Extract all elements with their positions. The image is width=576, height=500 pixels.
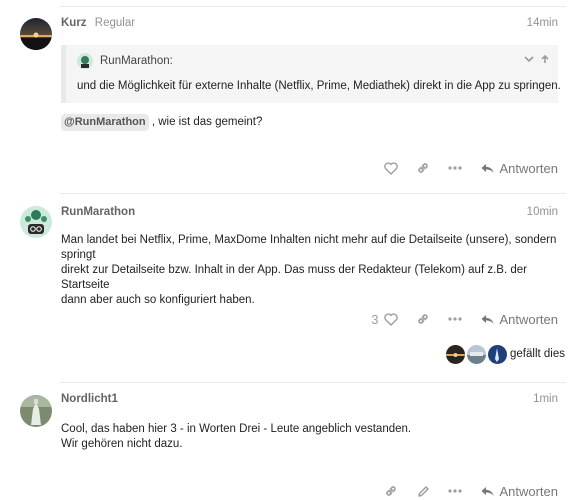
- mention[interactable]: @RunMarathon: [61, 114, 149, 131]
- reply-arrow-icon: [481, 163, 494, 173]
- ellipsis-icon[interactable]: [445, 158, 465, 178]
- username[interactable]: Kurz: [61, 17, 87, 29]
- post-divider: [60, 6, 566, 7]
- post-text-line: Wir gehören nicht dazu.: [61, 438, 183, 450]
- reply-button[interactable]: Antworten: [481, 484, 558, 499]
- reply-arrow-icon: [481, 314, 494, 324]
- post-text: Man landet bei Netflix, Prime, MaxDome I…: [61, 233, 576, 308]
- link-icon[interactable]: [381, 481, 401, 500]
- liker-avatar[interactable]: [488, 344, 508, 364]
- reply-label: Antworten: [499, 160, 558, 176]
- reply-button[interactable]: Antworten: [481, 161, 558, 176]
- post-actions: Antworten: [369, 481, 558, 500]
- likers-list: gefällt dies: [444, 344, 565, 364]
- quote-avatar: [77, 53, 93, 69]
- like-count[interactable]: 3: [371, 312, 378, 327]
- avatar-runmarathon[interactable]: [20, 206, 52, 238]
- post-text-line: Man landet bei Netflix, Prime, MaxDome I…: [61, 234, 557, 261]
- post-text: Cool, das haben hier 3 - in Worten Drei …: [61, 422, 411, 452]
- reply-button[interactable]: Antworten: [481, 312, 558, 327]
- post-meta: RunMarathon 10min: [61, 206, 558, 222]
- liker-avatar[interactable]: [446, 344, 466, 364]
- post-time[interactable]: 1min: [533, 393, 558, 405]
- reply-label: Antworten: [499, 483, 558, 499]
- post-text-line: dann aber auch so konfiguriert haben.: [61, 294, 255, 306]
- reply-arrow-icon: [481, 486, 494, 496]
- avatar-kurz[interactable]: [20, 18, 52, 50]
- post-divider: [60, 193, 566, 194]
- reply-label: Antworten: [499, 311, 558, 327]
- liker-avatar[interactable]: [467, 344, 487, 364]
- heart-icon[interactable]: [381, 158, 401, 178]
- quote-header: RunMarathon:: [77, 53, 173, 69]
- post-meta: Kurz Regular 14min: [61, 17, 558, 33]
- post-time[interactable]: 10min: [527, 206, 558, 218]
- quote-author: RunMarathon:: [100, 55, 173, 67]
- post-meta: Nordlicht1 1min: [61, 393, 558, 409]
- link-icon[interactable]: [413, 158, 433, 178]
- post-actions: 3 Antworten: [371, 309, 558, 329]
- user-title: Regular: [94, 17, 136, 29]
- ellipsis-icon[interactable]: [445, 309, 465, 329]
- username[interactable]: Nordlicht1: [61, 393, 118, 405]
- post-text-rest: , wie ist das gemeint?: [151, 116, 263, 128]
- quote-block: RunMarathon: und die Möglichkeit für ext…: [61, 45, 561, 103]
- heart-icon[interactable]: [381, 309, 401, 329]
- post-time[interactable]: 14min: [527, 17, 558, 29]
- post-text-line: Cool, das haben hier 3 - in Worten Drei …: [61, 423, 412, 435]
- pencil-icon[interactable]: [413, 481, 433, 500]
- avatar-nordlicht1[interactable]: [20, 395, 52, 427]
- post-text: @RunMarathon , wie ist das gemeint?: [61, 114, 262, 131]
- chevron-down-icon[interactable]: [524, 54, 534, 67]
- post-text-line: direkt zur Detailseite bzw. Inhalt in de…: [61, 264, 527, 291]
- quote-text: und die Möglichkeit für externe Inhalte …: [77, 80, 561, 92]
- likers-text: gefällt dies: [510, 348, 565, 360]
- username[interactable]: RunMarathon: [61, 206, 135, 218]
- quote-controls: [524, 54, 550, 67]
- ellipsis-icon[interactable]: [445, 481, 465, 500]
- post-divider: [60, 382, 566, 383]
- link-icon[interactable]: [413, 309, 433, 329]
- arrow-up-icon[interactable]: [540, 54, 550, 67]
- post-actions: Antworten: [369, 158, 558, 178]
